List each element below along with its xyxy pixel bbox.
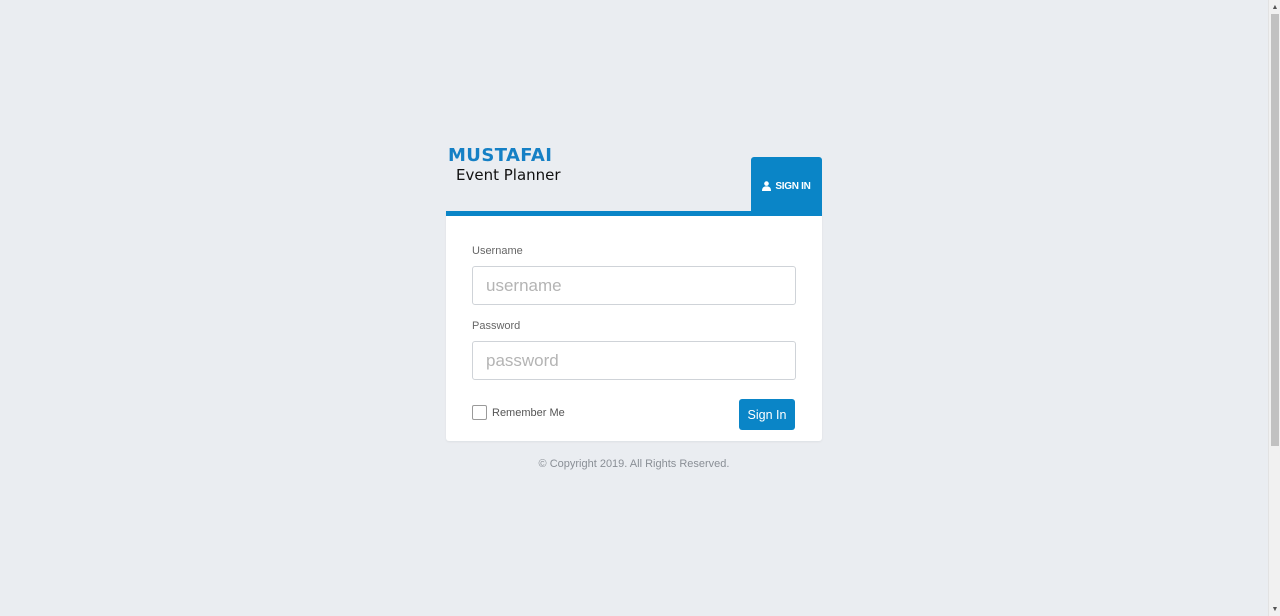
remember-me[interactable]: Remember Me [472,405,565,420]
username-input[interactable] [472,266,796,305]
username-label: Username [472,245,523,257]
sign-in-tab[interactable]: SIGN IN [751,157,822,215]
sign-in-tab-label: SIGN IN [775,180,811,192]
logo: MUSTAFAI Event Planner [448,146,588,186]
scroll-thumb[interactable] [1271,14,1279,446]
remember-me-checkbox[interactable] [472,405,487,420]
sign-in-button[interactable]: Sign In [739,399,795,430]
logo-brand: MUSTAFAI [448,145,553,166]
user-icon [762,181,772,191]
login-card: Username Password Remember Me Sign In [446,211,822,441]
password-input[interactable] [472,341,796,380]
scroll-up-arrow-icon[interactable]: ▲ [1269,1,1280,13]
remember-me-label: Remember Me [492,406,565,419]
password-label: Password [472,320,521,332]
copyright-text: © Copyright 2019. All Rights Reserved. [538,458,730,470]
scroll-down-arrow-icon[interactable]: ▼ [1269,603,1280,615]
vertical-scrollbar[interactable]: ▲ ▼ [1268,0,1280,616]
logo-subtitle: Event Planner [456,166,561,184]
login-page: MUSTAFAI Event Planner SIGN IN Username … [0,0,1280,616]
